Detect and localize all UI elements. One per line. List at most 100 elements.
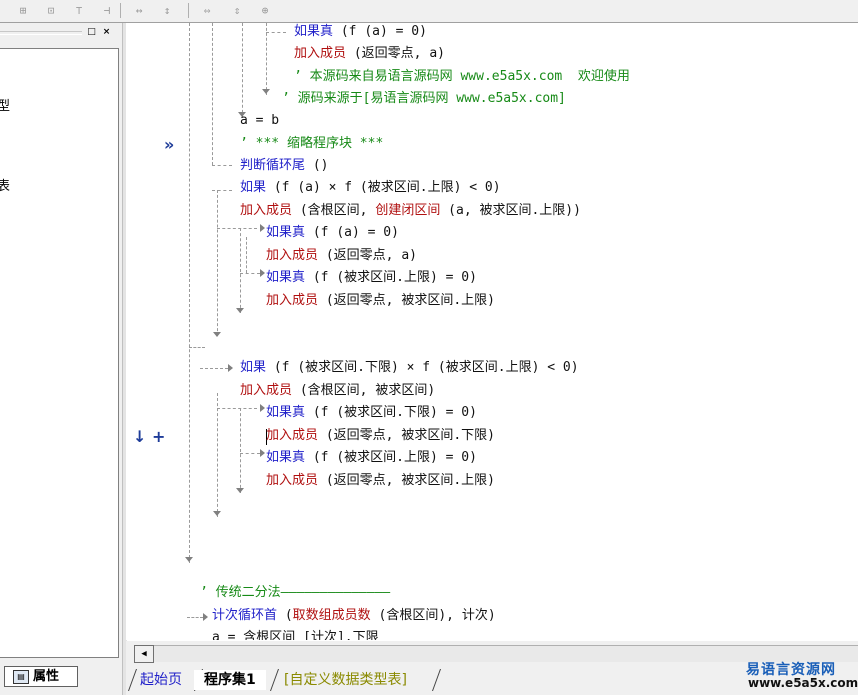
horizontal-space-icon[interactable]: ⇔ <box>196 1 218 21</box>
code-token: ’ *** 缩略程序块 *** <box>240 136 384 151</box>
flow-line <box>242 23 243 118</box>
properties-row-table: 表 <box>0 175 10 194</box>
code-token: (f (被求区间.上限) = 0) <box>305 450 477 465</box>
code-line[interactable]: 加入成员 (返回零点, 被求区间.上限) <box>266 292 495 310</box>
step-down-icon[interactable]: ↓ <box>133 427 146 446</box>
flow-line <box>266 23 267 95</box>
flow-line <box>212 23 213 165</box>
align-middle-icon[interactable]: ⊣ <box>96 1 118 21</box>
code-line[interactable]: 如果真 (f (被求区间.上限) = 0) <box>266 269 477 287</box>
code-line[interactable]: 加入成员 (返回零点, a) <box>266 247 417 265</box>
editor-gutter[interactable]: » ↓ + <box>126 23 182 640</box>
panel-close-icon[interactable]: × <box>101 27 112 37</box>
expand-icon[interactable]: + <box>152 427 165 446</box>
code-token: () <box>305 158 329 173</box>
code-line[interactable]: 加入成员 (返回零点, 被求区间.上限) <box>266 472 495 490</box>
code-token: 判断循环尾 <box>240 158 306 173</box>
flow-line <box>212 165 232 166</box>
tab-custom-data-types[interactable]: [自定义数据类型表] <box>274 670 417 690</box>
properties-list[interactable]: 型 表 <box>0 48 119 658</box>
align-center-icon[interactable]: ⊡ <box>40 1 62 21</box>
code-line[interactable]: 如果真 (f (a) = 0) <box>266 224 399 242</box>
flow-arrow <box>236 308 244 313</box>
toolbar-separator <box>188 3 189 18</box>
scroll-left-button[interactable]: ◀ <box>134 645 154 663</box>
code-token: (a, 被求区间.上限)) <box>440 203 581 218</box>
code-token: (返回零点, 被求区间.下限) <box>318 428 495 443</box>
tab-start-page-label: 起始页 <box>140 672 182 688</box>
code-line[interactable]: 如果真 (f (被求区间.下限) = 0) <box>266 404 477 422</box>
code-token: ’ 本源码来自易语言源码网 www.e5a5x.com 欢迎使用 <box>294 69 630 84</box>
code-line[interactable]: a = b <box>240 112 279 130</box>
properties-icon: ▤ <box>13 670 29 684</box>
flow-line <box>217 408 257 409</box>
code-token: (返回零点, 被求区间.上限) <box>318 473 495 488</box>
watermark-url: www.e5a5x.com <box>748 676 858 690</box>
code-token: (f (被求区间.下限) × f (被求区间.上限) < 0) <box>266 360 579 375</box>
code-token: 如果 <box>240 180 267 195</box>
code-token: (f (a) × f (被求区间.上限) < 0) <box>266 180 501 195</box>
code-token: ’ 源码来源于[易语言源码网 www.e5a5x.com] <box>282 91 566 106</box>
code-line[interactable]: ’ 本源码来自易语言源码网 www.e5a5x.com 欢迎使用 <box>294 68 630 86</box>
properties-panel: □ × 型 表 ▤ 属性 <box>0 23 122 695</box>
code-token: 如果真 <box>294 24 334 39</box>
code-token: 加入成员 <box>266 428 319 443</box>
align-left-icon[interactable]: ⊞ <box>12 1 34 21</box>
vertical-space-icon[interactable]: ⇕ <box>226 1 248 21</box>
flow-arrow <box>213 332 221 337</box>
align-top-icon[interactable]: ⊤ <box>68 1 90 21</box>
flow-arrow <box>228 364 233 372</box>
code-token: 如果真 <box>266 270 306 285</box>
code-token: 如果真 <box>266 405 306 420</box>
code-line[interactable]: 计次循环首 (取数组成员数 (含根区间), 计次) <box>212 607 496 625</box>
code-line[interactable]: a = 含根区间 [计次].下限 <box>212 629 379 640</box>
code-token: 加入成员 <box>240 383 293 398</box>
code-line[interactable]: 加入成员 (返回零点, a) <box>294 45 445 63</box>
flow-line <box>189 347 205 348</box>
flow-line <box>240 408 241 493</box>
code-token: a = 含根区间 [计次].下限 <box>212 630 379 640</box>
panel-restore-icon[interactable]: □ <box>86 27 97 37</box>
code-token: 计次循环首 <box>212 608 278 623</box>
code-token: (返回零点, a) <box>346 46 445 61</box>
flow-arrow <box>260 269 265 277</box>
same-width-icon[interactable]: ↔ <box>128 1 150 21</box>
code-line[interactable]: 如果 (f (a) × f (被求区间.上限) < 0) <box>240 179 501 197</box>
breakpoint-arrow-icon[interactable]: » <box>164 135 174 154</box>
tab-start-page[interactable]: 起始页 <box>130 670 192 690</box>
code-line[interactable]: 如果真 (f (被求区间.上限) = 0) <box>266 449 477 467</box>
code-editor[interactable]: 如果真 (f (a) = 0) 加入成员 (返回零点, a) ’ 本源码来自易语言源… <box>182 23 858 640</box>
center-in-form-icon[interactable]: ⊕ <box>254 1 276 21</box>
code-line[interactable]: 如果 (f (被求区间.下限) × f (被求区间.上限) < 0) <box>240 359 579 377</box>
flow-arrow <box>260 404 265 412</box>
same-height-icon[interactable]: ↕ <box>156 1 178 21</box>
flow-line <box>266 32 286 33</box>
tab-custom-data-types-label: [自定义数据类型表] <box>284 672 407 688</box>
code-line[interactable]: ’ 传统二分法—————————————— <box>200 584 390 602</box>
code-token: 创建闭区间 <box>375 203 441 218</box>
properties-row-type: 型 <box>0 95 10 114</box>
code-token: (f (a) = 0) <box>333 24 427 39</box>
code-token: 如果 <box>240 360 267 375</box>
flow-arrow <box>260 224 265 232</box>
code-token: ’ 传统二分法—————————————— <box>200 585 391 600</box>
code-token: (f (a) = 0) <box>305 225 399 240</box>
alignment-toolbar: ⊞ ⊡ ⊤ ⊣ ↔ ↕ ⇔ ⇕ ⊕ <box>0 0 858 23</box>
code-token: 加入成员 <box>294 46 347 61</box>
flow-line <box>212 190 232 191</box>
code-line[interactable]: ’ *** 缩略程序块 *** <box>240 135 383 153</box>
tab-properties[interactable]: ▤ 属性 <box>4 666 78 687</box>
tab-program-set-1[interactable]: 程序集1 <box>194 670 266 690</box>
code-token: 加入成员 <box>240 203 293 218</box>
flow-arrow <box>203 613 208 621</box>
panel-grip[interactable] <box>0 31 82 35</box>
code-line[interactable]: 加入成员 (返回零点, 被求区间.下限) <box>266 427 495 445</box>
code-token: ( <box>277 608 293 623</box>
code-line[interactable]: 加入成员 (含根区间, 创建闭区间 (a, 被求区间.上限)) <box>240 202 581 220</box>
flow-arrow <box>236 488 244 493</box>
code-line[interactable]: 判断循环尾 () <box>240 157 329 175</box>
code-line[interactable]: 加入成员 (含根区间, 被求区间) <box>240 382 435 400</box>
code-line[interactable]: ’ 源码来源于[易语言源码网 www.e5a5x.com] <box>282 90 566 108</box>
code-token: (返回零点, 被求区间.上限) <box>318 293 495 308</box>
code-line[interactable]: 如果真 (f (a) = 0) <box>294 23 427 41</box>
